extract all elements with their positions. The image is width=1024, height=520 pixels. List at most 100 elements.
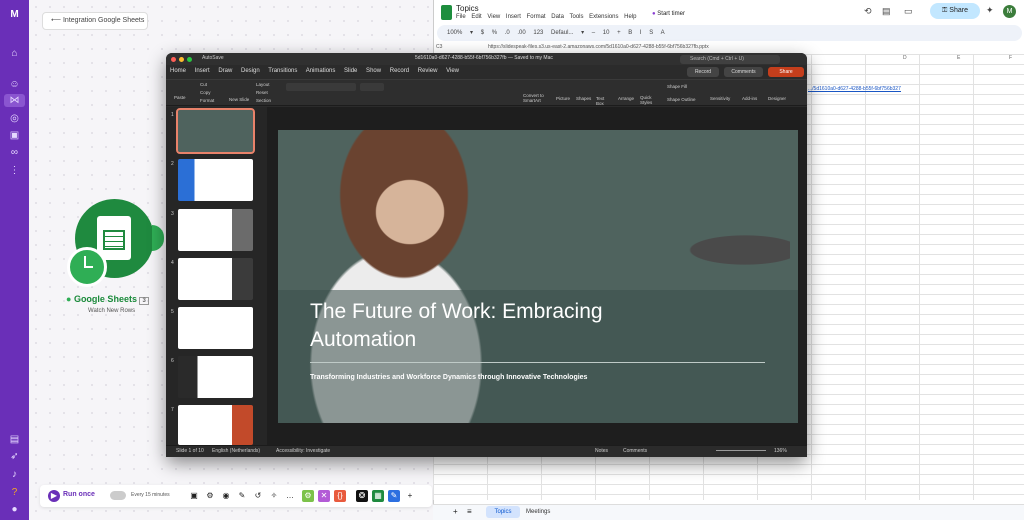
device-icon[interactable]: ▣ xyxy=(8,129,21,142)
book-icon[interactable]: ▤ xyxy=(8,433,21,446)
more-icon[interactable]: … xyxy=(284,490,296,502)
format-toolbar[interactable]: 100% ▾ $ % .0 .00 123 Defaul... ▾ – 10 +… xyxy=(437,25,1022,41)
zoom-slider[interactable] xyxy=(716,450,766,451)
avatar[interactable]: ● xyxy=(8,503,21,516)
name-box[interactable]: C3 xyxy=(436,44,442,50)
all-sheets-icon[interactable]: ≡ xyxy=(467,507,472,516)
record-button[interactable]: Record xyxy=(687,67,719,77)
menu-bar[interactable]: File Edit View Insert Format Data Tools … xyxy=(456,14,637,20)
slide-thumbnail-3[interactable] xyxy=(178,209,253,251)
ribbon-tabs[interactable]: Home Insert Draw Design Transitions Anim… xyxy=(170,68,459,74)
sheets-logo[interactable] xyxy=(441,5,452,20)
autosave-label[interactable]: AutoSave xyxy=(202,55,224,61)
slide-thumbnail-2[interactable] xyxy=(178,159,253,201)
play-icon[interactable]: ▶ xyxy=(48,490,60,502)
edit-icon[interactable]: ✎ xyxy=(236,490,248,502)
run-once-button[interactable]: Run once xyxy=(63,491,95,498)
meet-icon[interactable]: ▭ xyxy=(904,6,913,17)
slides-app-icon[interactable]: ✎ xyxy=(388,490,400,502)
slide-title[interactable]: The Future of Work: Embracing Automation xyxy=(310,298,670,354)
cut-button[interactable]: Cut xyxy=(200,82,207,87)
column-header-f[interactable]: F xyxy=(1009,55,1012,61)
copy-button[interactable]: Copy xyxy=(200,90,211,95)
add-icon[interactable]: + xyxy=(404,490,416,502)
minimize-icon[interactable] xyxy=(179,57,184,62)
share-button[interactable]: ⚿ Share xyxy=(930,3,980,19)
bell-icon[interactable]: ♪ xyxy=(8,468,21,481)
sheets-app-icon[interactable]: ▦ xyxy=(372,490,384,502)
globe-icon[interactable]: ◎ xyxy=(8,112,21,125)
arrange-button[interactable]: Arrange xyxy=(618,96,634,101)
textbox-button[interactable]: Text Box xyxy=(596,96,610,106)
share-nodes-icon[interactable]: ⋈ xyxy=(4,94,25,107)
align-icon[interactable]: ✧ xyxy=(268,490,280,502)
comment-icon[interactable]: ▤ xyxy=(882,6,891,17)
language-status[interactable]: English (Netherlands) xyxy=(212,448,260,454)
format-button[interactable]: Format xyxy=(200,98,214,103)
settings-icon[interactable]: ⚙ xyxy=(204,490,216,502)
user-avatar[interactable]: M xyxy=(1003,5,1016,18)
accessibility-status[interactable]: Accessibility: Investigate xyxy=(276,448,330,454)
reset-button[interactable]: Reset xyxy=(256,90,268,95)
search-input[interactable]: Search (Cmd + Ctrl + U) xyxy=(680,55,780,64)
more-icon[interactable]: ⋮ xyxy=(8,164,21,177)
undo-icon[interactable]: ↺ xyxy=(252,490,264,502)
save-icon[interactable]: ▣ xyxy=(188,490,200,502)
rocket-icon[interactable]: ➶ xyxy=(8,450,21,463)
shapes-button[interactable]: Shapes xyxy=(576,96,591,101)
add-sheet-icon[interactable]: + xyxy=(453,507,458,516)
picture-button[interactable]: Picture xyxy=(556,96,570,101)
history-icon[interactable]: ⟲ xyxy=(864,6,872,17)
slide-thumbnail-7[interactable] xyxy=(178,405,253,445)
shape-outline-button[interactable]: Shape Outline xyxy=(667,97,696,102)
doc-title[interactable]: Topics xyxy=(456,4,479,13)
sensitivity-button[interactable]: Sensitivity xyxy=(710,96,730,101)
users-icon[interactable]: ☺ xyxy=(8,78,21,91)
start-timer-button[interactable]: ● Start timer xyxy=(652,11,685,17)
formula-bar[interactable]: https://slidespeak-files.s3.us-east-2.am… xyxy=(488,44,709,50)
back-arrow-icon[interactable]: ⟵ xyxy=(51,17,63,24)
comments-button[interactable]: Comments xyxy=(724,67,763,77)
close-icon[interactable] xyxy=(171,57,176,62)
tab-topics[interactable]: Topics xyxy=(486,506,520,518)
slide-subtitle[interactable]: Transforming Industries and Workforce Dy… xyxy=(310,374,587,381)
new-slide-button[interactable]: New Slide xyxy=(229,97,249,102)
column-header-e[interactable]: E xyxy=(957,55,960,61)
column-header-d[interactable]: D xyxy=(903,55,907,61)
openai-icon[interactable]: ❂ xyxy=(356,490,368,502)
layout-button[interactable]: Layout xyxy=(256,82,270,87)
font-family-select[interactable] xyxy=(286,83,356,91)
scenario-name: Integration Google Sheets xyxy=(62,17,145,24)
share-button[interactable]: Share xyxy=(768,67,804,77)
slide-thumbnail-4[interactable] xyxy=(178,258,253,300)
help-icon[interactable]: ? xyxy=(8,486,21,499)
notes-icon[interactable]: ◉ xyxy=(220,490,232,502)
tools-icon[interactable]: ⚙ xyxy=(302,490,314,502)
notes-button[interactable]: Notes xyxy=(595,448,608,454)
link-icon[interactable]: ∞ xyxy=(8,146,21,159)
gemini-icon[interactable]: ✦ xyxy=(986,5,994,16)
zoom-level[interactable]: 136% xyxy=(774,448,787,454)
cell-link[interactable]: .../5d1610a0-d627-4288-b55f-6bf756b327fb… xyxy=(808,86,901,92)
shape-fill-button[interactable]: Shape Fill xyxy=(667,84,687,89)
comments-status-button[interactable]: Comments xyxy=(623,448,647,454)
addins-button[interactable]: Add-ins xyxy=(742,96,757,101)
schedule-toggle[interactable] xyxy=(110,491,126,500)
paste-button[interactable]: Paste xyxy=(174,95,186,100)
json-icon[interactable]: {} xyxy=(334,490,346,502)
make-logo[interactable]: M xyxy=(8,8,21,21)
convert-smartart-button[interactable]: Convert to SmartArt xyxy=(523,93,551,103)
section-button[interactable]: Section xyxy=(256,98,271,103)
slide-thumbnail-5[interactable] xyxy=(178,307,253,349)
file-title: 5d1610a0-d627-4288-b55f-6bf756b327fb — S… xyxy=(415,55,553,61)
tab-meetings[interactable]: Meetings xyxy=(526,506,550,518)
quick-styles-button[interactable]: Quick Styles xyxy=(640,95,658,105)
designer-button[interactable]: Designer xyxy=(768,96,786,101)
font-size-select[interactable] xyxy=(360,83,384,91)
flow-icon[interactable]: ✕ xyxy=(318,490,330,502)
breadcrumb[interactable]: ⟵ Integration Google Sheets xyxy=(42,12,148,30)
home-icon[interactable]: ⌂ xyxy=(8,47,21,60)
maximize-icon[interactable] xyxy=(187,57,192,62)
slide-thumbnail-1[interactable] xyxy=(176,108,255,154)
slide-thumbnail-6[interactable] xyxy=(178,356,253,398)
